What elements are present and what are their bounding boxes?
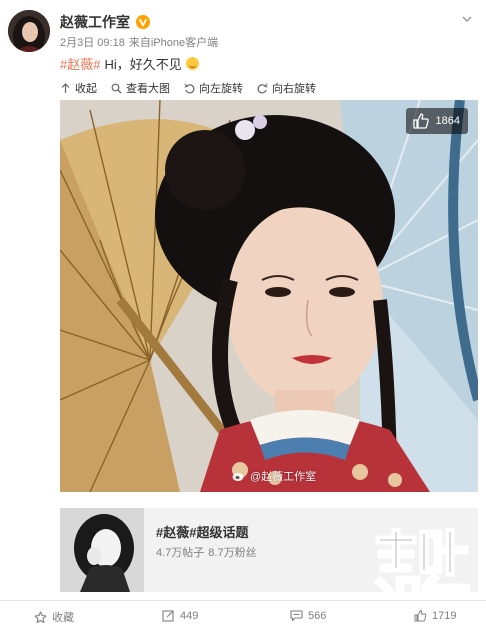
favorite-button[interactable]: 收藏	[34, 609, 74, 625]
magnifier-icon	[111, 83, 122, 93]
rotate-right-button[interactable]: 向右旋转	[257, 80, 316, 96]
rotate-left-button[interactable]: 向左旋转	[184, 80, 243, 96]
author-avatar[interactable]	[8, 10, 50, 52]
avatar-portrait	[8, 10, 50, 52]
rotate-right-icon	[257, 83, 268, 93]
repost-button[interactable]: 449	[162, 609, 198, 622]
thumbs-up-icon	[414, 610, 427, 622]
comment-button[interactable]: 566	[290, 609, 326, 622]
author-row: 赵薇工作室	[60, 12, 150, 32]
repost-icon	[162, 610, 174, 622]
collapse-button[interactable]: 收起	[60, 80, 97, 96]
post-actions: 收藏 449 566 1719	[0, 600, 486, 631]
watermark-text: @赵薇工作室	[250, 471, 317, 483]
post-photo[interactable]: 1864 @赵薇工作室	[60, 100, 478, 492]
weibo-logo-icon	[232, 473, 244, 481]
weibo-post: 赵薇工作室 2月3日 09:18 来自 iPhone客户端 #赵薇# Hi，好久不…	[0, 0, 486, 630]
source-prefix: 来自	[128, 37, 151, 49]
post-hashtag[interactable]: #赵薇#	[60, 54, 100, 73]
topic-title[interactable]: #赵薇#超级话题	[156, 522, 248, 541]
topic-thumbnail-image	[60, 508, 144, 592]
favorite-label: 收藏	[52, 612, 74, 624]
collapse-label: 收起	[75, 83, 97, 95]
comment-count: 566	[308, 609, 327, 622]
star-icon	[34, 610, 47, 623]
view-large-button[interactable]: 查看大图	[111, 80, 170, 96]
topic-stats: 4.7万帖子 8.7万粉丝	[156, 544, 257, 560]
rotate-right-label: 向右旋转	[272, 83, 316, 95]
photo-like-count: 1864	[435, 115, 460, 127]
comment-icon	[290, 610, 303, 622]
rotate-left-icon	[184, 83, 195, 93]
topic-thumbnail	[60, 508, 144, 592]
post-body: Hi，好久不见	[104, 57, 182, 72]
topic-fans: 8.7万粉丝	[208, 547, 257, 559]
repost-count: 449	[180, 609, 199, 622]
photo-scene	[60, 100, 478, 492]
photo-watermark: @赵薇工作室	[232, 468, 316, 484]
thumbs-up-icon	[412, 113, 429, 129]
smile-emoji-icon	[185, 57, 199, 70]
rotate-left-label: 向左旋转	[199, 83, 243, 95]
like-count: 1719	[432, 609, 457, 622]
chevron-down-icon[interactable]	[462, 14, 472, 24]
verified-v-icon	[136, 15, 150, 29]
view-large-label: 查看大图	[126, 83, 170, 95]
post-text: #赵薇# Hi，好久不见	[60, 54, 199, 73]
photo-like-badge[interactable]: 1864	[405, 108, 468, 134]
post-date[interactable]: 2月3日 09:18	[60, 34, 125, 50]
topic-posts: 4.7万帖子	[156, 547, 205, 559]
collapse-arrow-icon	[61, 82, 70, 93]
like-button[interactable]: 1719	[414, 609, 456, 622]
author-name[interactable]: 赵薇工作室	[60, 12, 130, 32]
post-meta: 2月3日 09:18 来自 iPhone客户端	[60, 34, 218, 50]
image-toolbar: 收起 查看大图 向左旋转 向右旋转	[60, 80, 316, 96]
post-source: iPhone客户端	[150, 37, 219, 49]
